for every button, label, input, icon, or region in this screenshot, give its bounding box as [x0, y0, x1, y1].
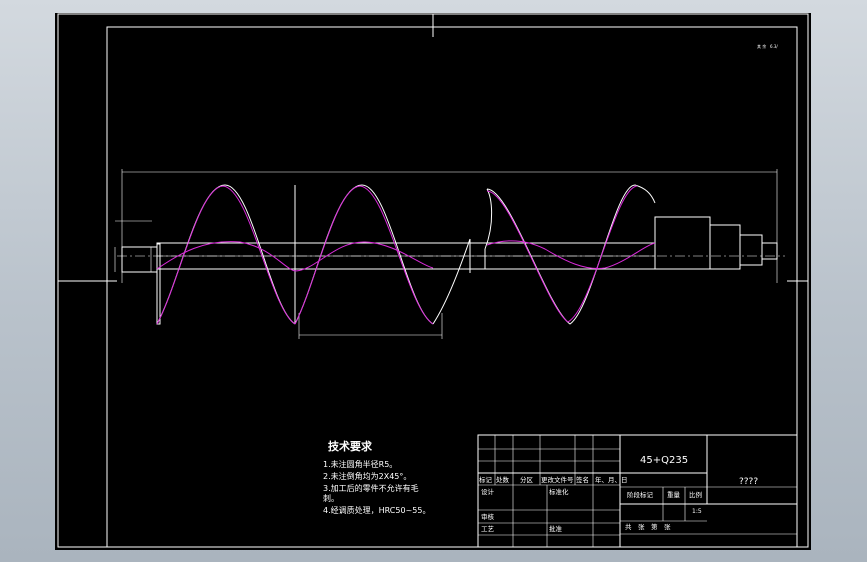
tb-label-zone: 分区 [520, 475, 534, 484]
scale-text: 1:5 [692, 508, 702, 515]
material-text: 45+Q235 [640, 455, 688, 466]
tb-scale-label: 比例 [689, 490, 702, 499]
tb-standardize: 标准化 [549, 487, 569, 496]
helix-traces [156, 185, 656, 325]
surface-finish-label: 其 余 [757, 43, 766, 49]
tb-approve: 批准 [549, 524, 563, 533]
tech-req-item-3b: 刺。 [323, 494, 339, 503]
tech-req-item-1: 1.未注圆角半径R5。 [323, 459, 397, 469]
tb-label-mark: 标记 [479, 475, 493, 484]
outer-frame [57, 13, 809, 548]
tb-label-change-doc: 更改文件号 [541, 475, 574, 484]
tb-sheet-info: 共 张 第 张 [625, 522, 671, 531]
tech-req-item-3: 3.加工后的零件不允许有毛 [323, 483, 419, 493]
tb-label-count: 处数 [496, 475, 510, 484]
tech-req-title: 技术要求 [328, 439, 373, 453]
technical-requirements: 技术要求 1.未注圆角半径R5。 2.未注倒角均为2X45°。 3.加工后的零件… [323, 439, 430, 515]
tb-weight: 重量 [667, 491, 681, 499]
tech-req-item-4: 4.经调质处理，HRC50~55。 [323, 505, 430, 515]
drawing-name-text: ???? [739, 477, 758, 487]
tech-req-item-2: 2.未注倒角均为2X45°。 [323, 471, 411, 481]
tb-stage-mark: 阶段标记 [627, 490, 654, 499]
tb-design: 设计 [481, 487, 495, 496]
tb-review: 审核 [481, 512, 495, 521]
title-block: 45+Q235 ???? 1:5 标记 处数 分区 更改文件号 签名 年、月、日… [477, 434, 798, 548]
tb-process: 工艺 [481, 525, 495, 533]
tb-label-date: 年、月、日 [595, 475, 628, 484]
tb-label-signature: 签名 [576, 475, 589, 484]
cad-viewport[interactable]: 其 余 6.3/ 45+Q235 ???? 1:5 标记 处数 分区 更改文件号… [55, 13, 811, 550]
shaft [114, 216, 785, 325]
cad-drawing: 其 余 6.3/ 45+Q235 ???? 1:5 标记 处数 分区 更改文件号… [57, 13, 809, 548]
surface-finish-value: 6.3/ [770, 44, 778, 49]
